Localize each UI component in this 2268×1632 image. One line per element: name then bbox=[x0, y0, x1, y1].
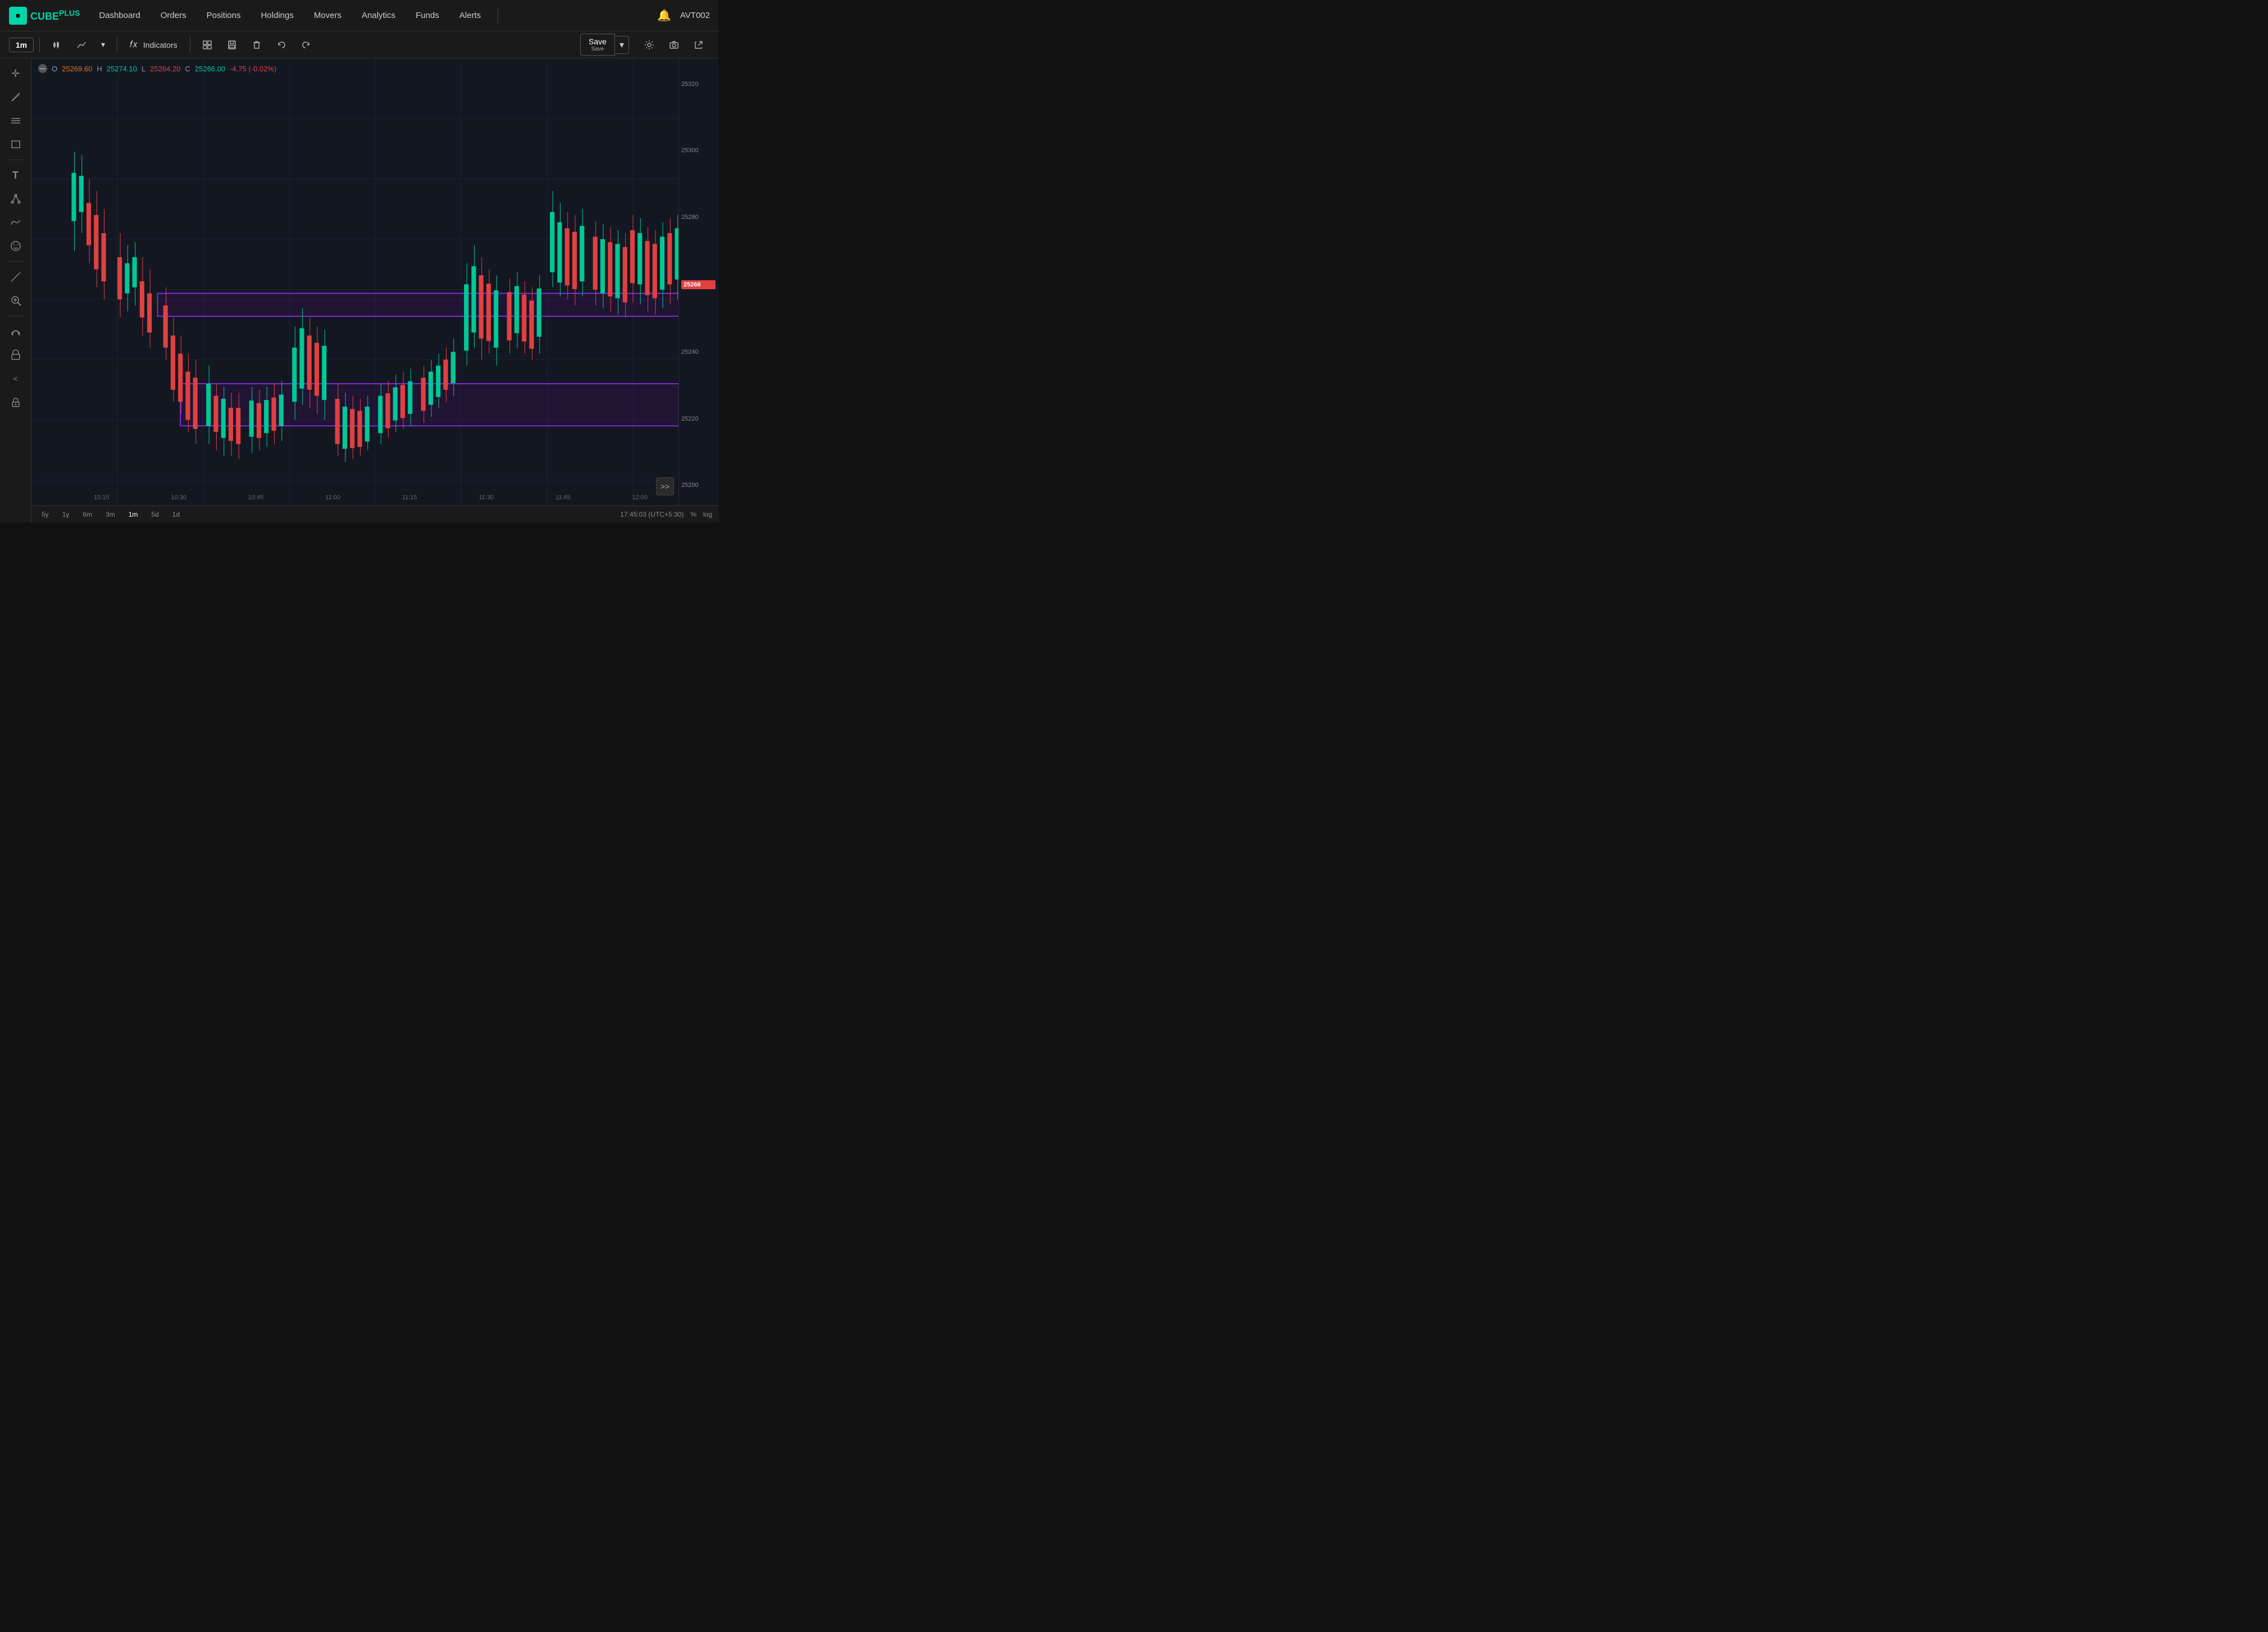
chart-line-button[interactable] bbox=[70, 37, 93, 53]
tf-5d[interactable]: 5d bbox=[148, 509, 162, 519]
time-1030: 10:30 bbox=[171, 494, 186, 501]
ohlc-high: 25274.10 bbox=[107, 65, 137, 73]
log-toggle[interactable]: log bbox=[703, 510, 712, 518]
chart-type-dropdown[interactable]: ▾ bbox=[95, 37, 111, 52]
nav-dashboard[interactable]: Dashboard bbox=[91, 7, 148, 24]
path-tool[interactable] bbox=[5, 188, 26, 209]
tool-sep-1 bbox=[7, 159, 25, 160]
emoji-tool[interactable] bbox=[5, 235, 26, 257]
collapse-tool[interactable]: < bbox=[5, 368, 26, 389]
lock-tool[interactable] bbox=[5, 344, 26, 366]
price-25280: 25280 bbox=[681, 214, 716, 221]
lock-draw-tool[interactable] bbox=[5, 391, 26, 413]
main-area: ✛ T bbox=[0, 58, 719, 522]
nav-movers[interactable]: Movers bbox=[306, 7, 349, 24]
indicators-button[interactable]: 𝑓𝑥 Indicators bbox=[123, 38, 184, 52]
nav-funds[interactable]: Funds bbox=[408, 7, 447, 24]
bottom-bar: 5y 1y 6m 3m 1m 5d 1d 17:45:03 (UTC+5:30)… bbox=[31, 505, 719, 522]
save-dropdown[interactable]: ▾ bbox=[615, 36, 629, 54]
chart-svg bbox=[31, 58, 719, 522]
tf-5y[interactable]: 5y bbox=[38, 509, 52, 519]
delete-button[interactable] bbox=[245, 37, 268, 53]
price-25240: 25240 bbox=[681, 349, 716, 355]
time-1200: 12:00 bbox=[632, 494, 648, 501]
tf-6m[interactable]: 6m bbox=[79, 509, 95, 519]
settings-button[interactable] bbox=[638, 37, 661, 53]
tool-sep-2 bbox=[7, 261, 25, 262]
logo-icon: ■ bbox=[9, 7, 27, 25]
tf-3m[interactable]: 3m bbox=[102, 509, 119, 519]
user-label[interactable]: AVT002 bbox=[680, 11, 710, 20]
save-button-group: Save Save ▾ bbox=[580, 34, 629, 56]
save-button[interactable]: Save Save bbox=[580, 34, 615, 56]
undo-button[interactable] bbox=[270, 37, 293, 53]
nav-right: 🔔 AVT002 bbox=[657, 8, 710, 22]
screenshot-button[interactable] bbox=[663, 37, 685, 53]
series-indicator: — bbox=[38, 64, 47, 73]
nav-holdings[interactable]: Holdings bbox=[253, 7, 301, 24]
time-1115: 11:15 bbox=[402, 494, 417, 501]
time-axis: 10:15 10:30 10:45 11:00 11:15 11:30 11:4… bbox=[63, 490, 678, 505]
ohlc-change: -4.75 (-0.02%) bbox=[230, 65, 276, 73]
fib-tool[interactable] bbox=[5, 110, 26, 131]
text-tool[interactable]: T bbox=[5, 165, 26, 186]
toolbar-sep-1 bbox=[39, 37, 40, 53]
ohlc-header: — O 25269.60 H 25274.10 L 25264.20 C 252… bbox=[38, 64, 276, 73]
price-25220: 25220 bbox=[681, 416, 716, 422]
zoom-tool[interactable] bbox=[5, 290, 26, 311]
price-axis: 25320 25300 25280 25266 25240 25220 2520… bbox=[678, 58, 719, 522]
price-25300: 25300 bbox=[681, 147, 716, 154]
price-current: 25266 bbox=[681, 280, 716, 289]
left-toolbar: ✛ T bbox=[0, 58, 31, 522]
ruler-tool[interactable] bbox=[5, 266, 26, 288]
redo-button[interactable] bbox=[295, 37, 317, 53]
chart-container[interactable]: — O 25269.60 H 25274.10 L 25264.20 C 252… bbox=[31, 58, 719, 522]
time-1015: 10:15 bbox=[94, 494, 110, 501]
layout-button[interactable] bbox=[196, 37, 218, 53]
nav-orders[interactable]: Orders bbox=[153, 7, 194, 24]
bottom-right: 17:45:03 (UTC+5:30) % log bbox=[620, 510, 712, 518]
line-tool[interactable] bbox=[5, 86, 26, 108]
tf-1d[interactable]: 1d bbox=[169, 509, 183, 519]
wave-tool[interactable] bbox=[5, 212, 26, 233]
external-link-button[interactable] bbox=[687, 37, 710, 53]
tf-1m[interactable]: 1m bbox=[125, 509, 142, 519]
ohlc-low: 25264.20 bbox=[150, 65, 180, 73]
interval-selector[interactable]: 1m bbox=[9, 38, 34, 52]
expand-button[interactable]: >> bbox=[656, 477, 674, 495]
topnav: ■ CUBEPLUS Dashboard Orders Positions Ho… bbox=[0, 0, 719, 31]
logo-text: CUBEPLUS bbox=[30, 8, 80, 22]
time-1045: 10:45 bbox=[248, 494, 264, 501]
save-icon-button[interactable] bbox=[221, 37, 243, 53]
time-1145: 11:45 bbox=[555, 494, 571, 501]
toolbar: 1m ▾ 𝑓𝑥 Indicators Save Save ▾ bbox=[0, 31, 719, 58]
bell-icon[interactable]: 🔔 bbox=[657, 8, 671, 22]
rectangle-tool[interactable] bbox=[5, 134, 26, 155]
logo: ■ CUBEPLUS bbox=[9, 7, 80, 25]
clock-display: 17:45:03 (UTC+5:30) bbox=[620, 510, 684, 518]
time-1100: 11:00 bbox=[325, 494, 340, 501]
magnet-tool[interactable] bbox=[5, 321, 26, 342]
chart-type-button[interactable] bbox=[45, 37, 68, 53]
price-25320: 25320 bbox=[681, 81, 716, 88]
percent-toggle[interactable]: % bbox=[690, 510, 696, 518]
ohlc-open: 25269.60 bbox=[62, 65, 92, 73]
price-25200: 25200 bbox=[681, 482, 716, 489]
tf-1y[interactable]: 1y bbox=[59, 509, 73, 519]
crosshair-tool[interactable]: ✛ bbox=[5, 63, 26, 84]
nav-analytics[interactable]: Analytics bbox=[354, 7, 403, 24]
nav-alerts[interactable]: Alerts bbox=[452, 7, 489, 24]
nav-positions[interactable]: Positions bbox=[199, 7, 249, 24]
ohlc-close: 25266.00 bbox=[195, 65, 225, 73]
time-1130: 11:30 bbox=[479, 494, 494, 501]
